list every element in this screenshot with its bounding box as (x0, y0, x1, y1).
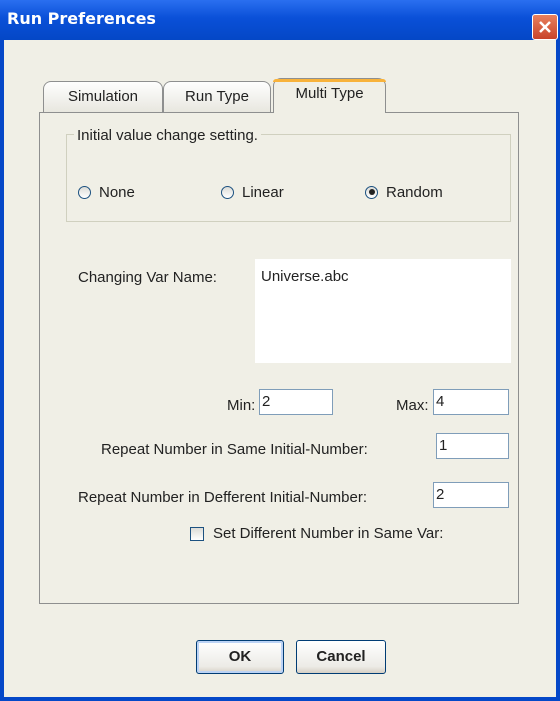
window-title: Run Preferences (7, 9, 156, 28)
set-different-label: Set Different Number in Same Var: (213, 525, 444, 542)
cancel-button[interactable]: Cancel (296, 640, 386, 674)
radio-linear[interactable]: Linear (221, 182, 284, 202)
repeat-same-label: Repeat Number in Same Initial-Number: (101, 441, 368, 458)
radio-random[interactable]: Random (365, 182, 443, 202)
tab-multi-type[interactable]: Multi Type (273, 78, 386, 113)
title-bar[interactable]: Run Preferences (0, 0, 560, 40)
initial-value-group-title: Initial value change setting. (74, 127, 261, 144)
max-input[interactable]: 4 (433, 389, 509, 415)
radio-none-label: None (99, 183, 135, 201)
tab-run-type[interactable]: Run Type (163, 81, 271, 112)
radio-none[interactable]: None (78, 182, 135, 202)
set-different-checkbox[interactable] (190, 527, 204, 541)
max-label: Max: (396, 397, 429, 414)
initial-value-group (66, 134, 511, 222)
radio-random-label: Random (386, 183, 443, 201)
repeat-same-input[interactable]: 1 (436, 433, 509, 459)
radio-linear-indicator[interactable] (221, 185, 234, 199)
ok-button[interactable]: OK (196, 640, 284, 674)
changing-var-label: Changing Var Name: (78, 269, 217, 286)
min-label: Min: (227, 397, 256, 414)
radio-linear-label: Linear (242, 183, 284, 201)
tab-simulation[interactable]: Simulation (43, 81, 163, 112)
radio-random-indicator[interactable] (365, 185, 378, 199)
changing-var-textarea[interactable]: Universe.abc (255, 259, 511, 363)
repeat-diff-label: Repeat Number in Defferent Initial-Numbe… (78, 489, 368, 506)
close-button[interactable] (532, 14, 558, 40)
close-icon (539, 21, 551, 33)
radio-none-indicator[interactable] (78, 185, 91, 199)
min-input[interactable]: 2 (259, 389, 333, 415)
repeat-diff-input[interactable]: 2 (433, 482, 509, 508)
